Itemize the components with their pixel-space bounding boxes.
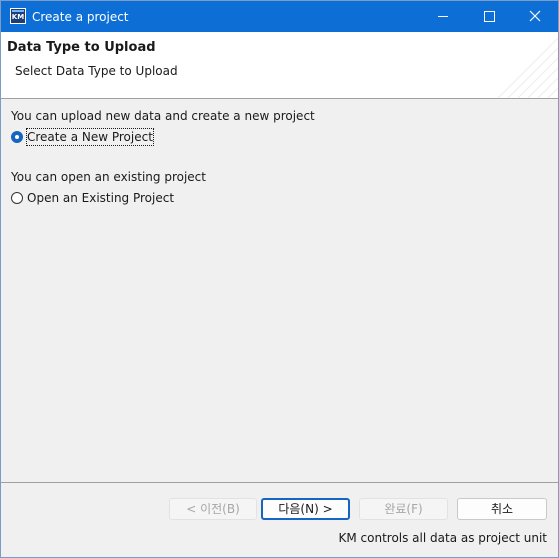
maximize-icon bbox=[484, 11, 495, 22]
next-button[interactable]: 다음(N) > bbox=[261, 498, 350, 520]
wizard-banner: Data Type to Upload Select Data Type to … bbox=[1, 32, 558, 99]
new-project-description: You can upload new data and create a new… bbox=[11, 109, 315, 123]
wizard-content: You can upload new data and create a new… bbox=[1, 99, 558, 482]
existing-project-description: You can open an existing project bbox=[11, 170, 206, 184]
create-new-project-label[interactable]: Create a New Project bbox=[26, 128, 154, 146]
minimize-icon bbox=[438, 16, 448, 17]
minimize-button[interactable] bbox=[420, 1, 466, 32]
back-button[interactable]: < 이전(B) bbox=[169, 498, 257, 520]
close-button[interactable] bbox=[512, 1, 558, 32]
page-subtitle: Select Data Type to Upload bbox=[15, 64, 178, 78]
app-icon-bar bbox=[12, 10, 24, 12]
radio-checked-indicator[interactable] bbox=[11, 131, 23, 143]
app-icon-text: KM bbox=[11, 13, 25, 21]
footer-separator bbox=[1, 482, 558, 483]
banner-decoration-graphic bbox=[497, 37, 558, 98]
close-icon bbox=[529, 10, 541, 22]
radio-unchecked-indicator[interactable] bbox=[11, 192, 23, 204]
maximize-button[interactable] bbox=[466, 1, 512, 32]
open-existing-project-label[interactable]: Open an Existing Project bbox=[27, 190, 174, 206]
km-app-icon: KM bbox=[10, 8, 26, 24]
title-bar[interactable]: KM Create a project bbox=[1, 1, 558, 32]
window-title: Create a project bbox=[32, 10, 129, 24]
page-title: Data Type to Upload bbox=[7, 40, 156, 55]
cancel-button[interactable]: 취소 bbox=[457, 498, 547, 520]
dialog-window: KM Create a project Data Type to Upload … bbox=[0, 0, 559, 558]
finish-button[interactable]: 완료(F) bbox=[359, 498, 448, 520]
status-message: KM controls all data as project unit bbox=[338, 531, 547, 545]
